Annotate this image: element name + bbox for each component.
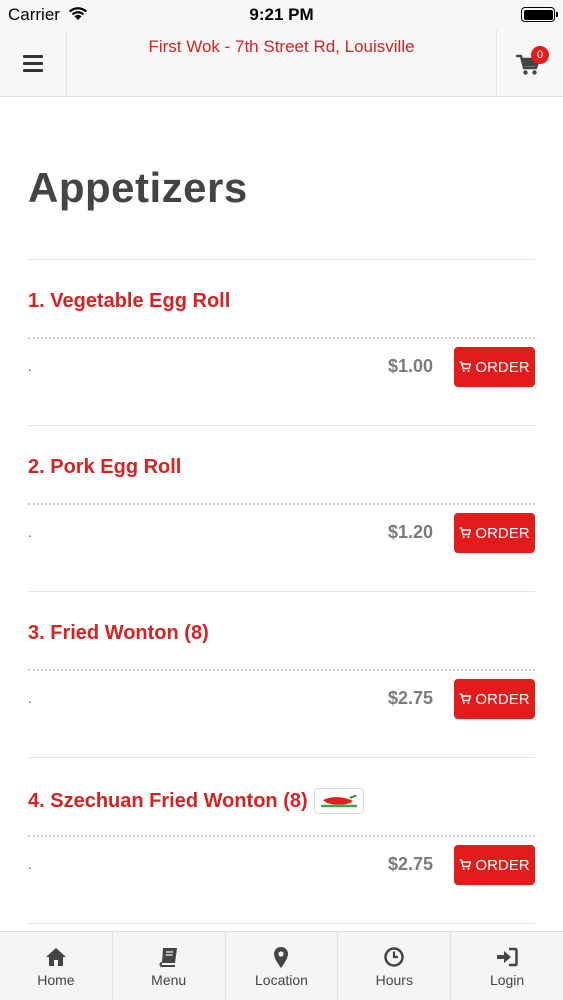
item-name[interactable]: 3. Fried Wonton (8)	[28, 622, 209, 645]
tab-location[interactable]: Location	[226, 932, 339, 1000]
order-label: ORDER	[475, 358, 530, 376]
cart-small-icon	[459, 361, 472, 372]
tab-label: Location	[255, 972, 308, 988]
tab-menu[interactable]: Menu	[113, 932, 226, 1000]
dotted-divider	[28, 337, 535, 339]
tab-label: Login	[489, 972, 525, 988]
tab-home[interactable]: Home	[0, 932, 113, 1000]
item-price: $1.00	[387, 356, 433, 376]
item-price: $2.75	[387, 854, 433, 874]
order-label: ORDER	[475, 856, 530, 874]
menu-content: Appetizers 1. Vegetable Egg Roll . $1.00…	[28, 97, 535, 924]
menu-item: 4. Szechuan Fried Wonton (8) . $2.75 ORD…	[28, 758, 535, 924]
item-name-text: 2. Pork Egg Roll	[28, 456, 182, 478]
tab-label: Menu	[151, 972, 187, 988]
hamburger-menu-button[interactable]	[0, 30, 67, 96]
item-name-text: 1. Vegetable Egg Roll	[28, 290, 231, 312]
dotted-divider	[28, 503, 535, 505]
item-description: .	[28, 856, 32, 872]
item-description: .	[28, 524, 32, 540]
cart-button[interactable]: 0	[496, 30, 563, 96]
order-button[interactable]: ORDER	[454, 679, 535, 719]
menu-item: 2. Pork Egg Roll . $1.20 ORDER	[28, 426, 535, 592]
item-price: $1.20	[387, 522, 433, 542]
item-name-text: 3. Fried Wonton (8)	[28, 622, 209, 644]
book-icon	[159, 946, 179, 968]
item-name[interactable]: 1. Vegetable Egg Roll	[28, 290, 230, 313]
clock-icon	[384, 946, 405, 968]
item-description: .	[28, 690, 32, 706]
order-label: ORDER	[475, 690, 530, 708]
order-button[interactable]: ORDER	[454, 513, 535, 553]
menu-item: 3. Fried Wonton (8) . $2.75 ORDER	[28, 592, 535, 758]
item-name[interactable]: 2. Pork Egg Roll	[28, 456, 181, 479]
section-title: Appetizers	[28, 164, 248, 211]
cart-small-icon	[459, 859, 472, 870]
dotted-divider	[28, 669, 535, 671]
login-icon	[496, 946, 518, 968]
dotted-divider	[28, 835, 535, 837]
order-button[interactable]: ORDER	[454, 347, 535, 387]
tab-label: Home	[37, 972, 75, 988]
home-icon	[45, 946, 67, 968]
tab-hours[interactable]: Hours	[338, 932, 452, 1000]
order-label: ORDER	[475, 524, 530, 542]
menu-item: 1. Vegetable Egg Roll . $1.00 ORDER	[28, 260, 535, 426]
cart-small-icon	[459, 527, 472, 538]
item-price: $2.75	[387, 688, 433, 708]
tab-label: Hours	[375, 972, 413, 988]
restaurant-title: First Wok - 7th Street Rd, Louisville	[148, 37, 415, 56]
tab-login[interactable]: Login	[451, 932, 563, 1000]
item-description: .	[28, 358, 32, 374]
hamburger-icon	[23, 54, 43, 72]
map-pin-icon	[274, 946, 289, 968]
cart-count-badge: 0	[531, 46, 549, 64]
battery-icon	[521, 7, 558, 22]
chili-pepper-icon	[313, 788, 364, 814]
item-name[interactable]: 4. Szechuan Fried Wonton (8)	[28, 788, 364, 814]
clock-time: 9:21 PM	[249, 5, 314, 24]
app-header: First Wok - 7th Street Rd, Louisville 0	[0, 30, 563, 97]
app-screen: Carrier 9:21 PM First Wok - 7th Street R…	[0, 0, 563, 1000]
cart-small-icon	[459, 693, 472, 704]
order-button[interactable]: ORDER	[454, 845, 535, 885]
bottom-tab-bar: Home Menu Location Hours Login	[0, 931, 563, 1000]
status-bar: Carrier 9:21 PM	[0, 0, 563, 30]
item-name-text: 4. Szechuan Fried Wonton (8)	[28, 789, 308, 812]
